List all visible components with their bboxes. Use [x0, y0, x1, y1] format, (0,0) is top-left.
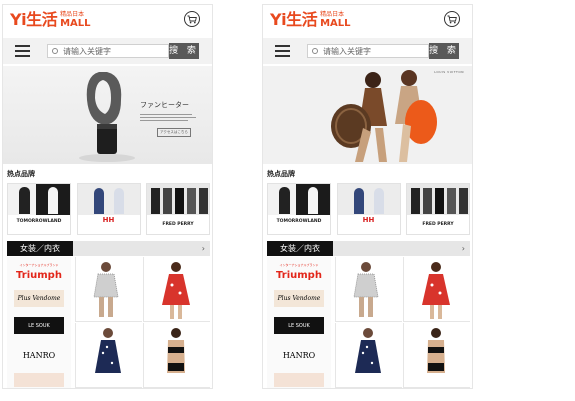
- cart-icon[interactable]: [444, 11, 460, 27]
- hot-brands-title: 热点品牌: [7, 170, 35, 178]
- logo-mall: MALL: [320, 18, 351, 29]
- product-image: [167, 328, 185, 373]
- category-tab[interactable]: 女装／内衣: [7, 241, 73, 256]
- brand-logo[interactable]: HANRO: [14, 347, 64, 364]
- brand-logo[interactable]: [274, 373, 324, 387]
- category-bar: 女装／内衣 ›: [267, 241, 470, 256]
- brand-logo[interactable]: [14, 373, 64, 387]
- promo-banner[interactable]: ファンヒーター アクセスはこちら: [3, 66, 212, 164]
- product-card[interactable]: [143, 323, 210, 388]
- brand-list: TOMORROWLAND HH FRED PERRY: [267, 183, 470, 235]
- phone-screen-1: Yi生活 精品日本 MALL 请输入关键字 搜 索 ファンヒーター アクセスはこ…: [2, 4, 213, 389]
- product-card[interactable]: [335, 323, 402, 388]
- product-grid: インターナショナルブランド Triumph Plus Vendome LE SO…: [7, 257, 210, 388]
- search-placeholder: 请输入关键字: [323, 47, 371, 56]
- brand-logo[interactable]: LE SOUK: [274, 317, 324, 334]
- product-image: [93, 262, 119, 317]
- product-image: [427, 328, 445, 373]
- brand-name: FRED PERRY: [162, 222, 194, 227]
- product-image: [422, 262, 450, 319]
- product-card[interactable]: [75, 323, 142, 388]
- brand-logo[interactable]: Triumph: [274, 267, 324, 284]
- logo[interactable]: Yi生活 精品日本 MALL: [270, 11, 351, 31]
- product-image: [95, 328, 121, 373]
- brand-logo-column: インターナショナルブランド Triumph Plus Vendome LE SO…: [7, 257, 71, 388]
- banner-copy: [140, 112, 196, 123]
- search-icon: [312, 48, 318, 54]
- brand-name: TOMORROWLAND: [276, 219, 322, 224]
- brand-name: HH: [102, 216, 115, 224]
- product-image: [355, 328, 381, 373]
- brand-logo[interactable]: Plus Vendome: [14, 290, 64, 307]
- brand-logo-column: インターナショナルブランド Triumph Plus Vendome LE SO…: [267, 257, 331, 388]
- product-card[interactable]: [403, 323, 470, 388]
- category-tab[interactable]: 女装／内衣: [267, 241, 333, 256]
- product-card[interactable]: [335, 257, 402, 322]
- chevron-right-icon[interactable]: ›: [202, 241, 205, 256]
- search-button[interactable]: 搜 索: [429, 43, 459, 59]
- product-card[interactable]: [143, 257, 210, 322]
- brand-logo[interactable]: Plus Vendome: [274, 290, 324, 307]
- brand-card[interactable]: TOMORROWLAND: [267, 183, 331, 235]
- hot-brands-title: 热点品牌: [267, 170, 295, 178]
- banner-models-image: [331, 70, 437, 162]
- category-bar: 女装／内衣 ›: [7, 241, 210, 256]
- brand-logo[interactable]: Triumph: [14, 267, 64, 284]
- brand-card[interactable]: HH: [336, 183, 401, 235]
- brand-photo: [268, 184, 330, 215]
- menu-icon[interactable]: [275, 45, 290, 57]
- logo-sub: 精品日本: [320, 11, 345, 18]
- product-card[interactable]: [403, 257, 470, 322]
- cart-icon[interactable]: [184, 11, 200, 27]
- product-card[interactable]: [75, 257, 142, 322]
- search-input[interactable]: 请输入关键字: [307, 44, 429, 58]
- brand-card[interactable]: TOMORROWLAND: [7, 183, 71, 235]
- promo-banner[interactable]: LOUIS VUITTON: [263, 66, 472, 164]
- brand-photo: [407, 184, 469, 215]
- brand-photo: [8, 184, 70, 215]
- phone-screen-2: Yi生活 精品日本 MALL 请输入关键字 搜 索 LOUIS VUITTON: [262, 4, 473, 389]
- product-grid: インターナショナルブランド Triumph Plus Vendome LE SO…: [267, 257, 470, 388]
- brand-name: TOMORROWLAND: [16, 219, 62, 224]
- brand-logo[interactable]: LE SOUK: [14, 317, 64, 334]
- brand-name: HH: [362, 216, 375, 224]
- banner-heading: ファンヒーター: [140, 101, 189, 109]
- logo-main: Yi生活: [10, 10, 58, 29]
- search-button[interactable]: 搜 索: [169, 43, 199, 59]
- chevron-right-icon[interactable]: ›: [462, 241, 465, 256]
- search-placeholder: 请输入关键字: [63, 47, 111, 56]
- app-header: Yi生活 精品日本 MALL: [263, 5, 472, 37]
- brand-photo: [147, 184, 209, 215]
- brand-card[interactable]: FRED PERRY: [406, 183, 470, 235]
- menu-icon[interactable]: [15, 45, 30, 57]
- banner-button[interactable]: アクセスはこちら: [157, 128, 191, 137]
- search-input[interactable]: 请输入关键字: [47, 44, 169, 58]
- logo-main: Yi生活: [270, 10, 318, 29]
- search-bar: 请输入关键字 搜 索: [3, 38, 212, 64]
- brand-photo: [337, 184, 400, 215]
- logo[interactable]: Yi生活 精品日本 MALL: [10, 11, 91, 31]
- app-header: Yi生活 精品日本 MALL: [3, 5, 212, 37]
- search-bar: 请输入关键字 搜 索: [263, 38, 472, 64]
- logo-mall: MALL: [60, 18, 91, 29]
- product-image: [162, 262, 190, 319]
- search-icon: [52, 48, 58, 54]
- brand-name: FRED PERRY: [422, 222, 454, 227]
- brand-logo[interactable]: HANRO: [274, 347, 324, 364]
- logo-sub: 精品日本: [60, 11, 85, 18]
- brand-list: TOMORROWLAND HH FRED PERRY: [7, 183, 210, 235]
- brand-card[interactable]: FRED PERRY: [146, 183, 210, 235]
- brand-photo: [77, 184, 140, 215]
- product-image: [353, 262, 379, 317]
- banner-brand: LOUIS VUITTON: [434, 70, 464, 74]
- brand-card[interactable]: HH: [76, 183, 141, 235]
